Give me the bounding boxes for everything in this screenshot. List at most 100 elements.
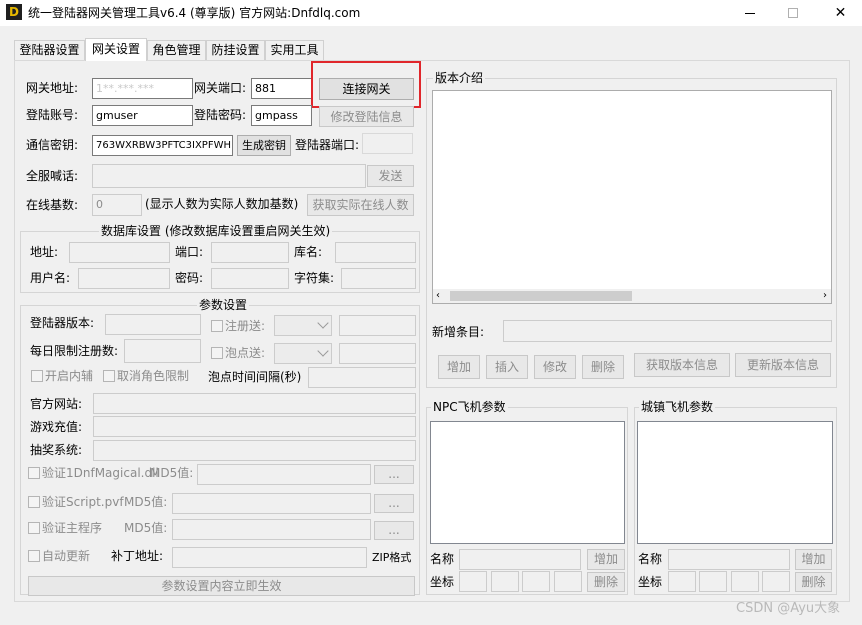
comm-key-input[interactable]: 763WXRBW3PFTC3IXPFWH xyxy=(92,135,233,156)
tab-utilities[interactable]: 实用工具 xyxy=(265,40,324,60)
server-shout-input[interactable] xyxy=(92,164,366,188)
zip-format-label: ZIP格式 xyxy=(372,551,412,564)
get-version-info-button[interactable]: 获取版本信息 xyxy=(634,353,730,377)
db-user-input[interactable] xyxy=(78,268,170,289)
auto-update-checkbox[interactable] xyxy=(28,550,40,562)
db-address-label: 地址: xyxy=(30,245,59,259)
city-group-label: 城镇飞机参数 xyxy=(639,399,716,415)
tab-role-management[interactable]: 角色管理 xyxy=(147,40,206,60)
city-coord-input-3[interactable] xyxy=(731,571,759,592)
md5-script-input[interactable] xyxy=(172,493,371,514)
modify-login-button[interactable]: 修改登陆信息 xyxy=(319,106,414,127)
browse-script-button[interactable]: ... xyxy=(374,494,414,513)
md5-dll-input[interactable] xyxy=(197,464,371,485)
enable-helper-label: 开启内辅 xyxy=(45,369,94,383)
bubble-interval-input[interactable] xyxy=(308,367,416,388)
db-password-input[interactable] xyxy=(211,268,289,289)
add-version-button[interactable]: 增加 xyxy=(438,355,480,379)
city-delete-button[interactable]: 删除 xyxy=(795,572,832,592)
npc-coord-input-1[interactable] xyxy=(459,571,487,592)
bubble-interval-label: 泡点时间间隔(秒) xyxy=(208,370,302,384)
modify-version-button[interactable]: 修改 xyxy=(534,355,576,379)
register-bonus-amount-input[interactable] xyxy=(339,315,416,336)
city-name-label: 名称 xyxy=(638,552,663,566)
daily-register-limit-label: 每日限制注册数: xyxy=(30,344,119,358)
close-icon[interactable]: ✕ xyxy=(819,0,862,26)
register-bonus-checkbox[interactable] xyxy=(211,320,223,332)
city-name-input[interactable] xyxy=(668,549,790,570)
db-name-input[interactable] xyxy=(335,242,416,263)
scroll-left-icon[interactable]: ‹ xyxy=(436,291,440,301)
version-list-hscrollbar[interactable]: ‹ › xyxy=(433,289,831,303)
city-coord-input-1[interactable] xyxy=(668,571,696,592)
enable-helper-checkbox[interactable] xyxy=(31,370,43,382)
minimize-icon[interactable] xyxy=(727,0,773,26)
city-coord-input-4[interactable] xyxy=(762,571,790,592)
npc-coord-input-3[interactable] xyxy=(522,571,550,592)
patch-address-input[interactable] xyxy=(172,547,367,568)
db-charset-input[interactable] xyxy=(341,268,416,289)
lottery-system-input[interactable] xyxy=(93,440,416,461)
send-button[interactable]: 发送 xyxy=(367,165,414,187)
verify-main-checkbox[interactable] xyxy=(28,522,40,534)
online-base-input[interactable]: 0 xyxy=(92,194,142,216)
verify-dll-checkbox[interactable] xyxy=(28,467,40,479)
launcher-version-input[interactable] xyxy=(105,314,201,335)
md5-main-label: MD5值: xyxy=(124,521,168,535)
city-coord-input-2[interactable] xyxy=(699,571,727,592)
browse-dll-button[interactable]: ... xyxy=(374,465,414,484)
generate-key-button[interactable]: 生成密钥 xyxy=(237,135,291,156)
npc-coord-input-2[interactable] xyxy=(491,571,519,592)
maximize-icon[interactable] xyxy=(773,0,819,26)
npc-delete-button[interactable]: 删除 xyxy=(587,572,625,592)
gateway-port-input[interactable]: 881 xyxy=(251,78,312,99)
tab-anti-cheat[interactable]: 防挂设置 xyxy=(206,40,265,60)
game-recharge-input[interactable] xyxy=(93,416,416,437)
account-label: 登陆账号: xyxy=(26,108,79,122)
register-bonus-select[interactable] xyxy=(274,315,332,336)
db-address-input[interactable] xyxy=(69,242,170,263)
title-bar: D 统一登陆器网关管理工具v6.4 (尊享版) 官方网站:Dnfdlq.com … xyxy=(0,0,862,26)
launcher-port-input[interactable] xyxy=(362,133,413,154)
official-site-input[interactable] xyxy=(93,393,416,414)
md5-script-label: MD5值: xyxy=(124,495,168,509)
new-item-input[interactable] xyxy=(503,320,832,342)
account-input[interactable]: gmuser xyxy=(92,105,193,126)
scroll-thumb[interactable] xyxy=(450,291,632,301)
db-port-input[interactable] xyxy=(211,242,289,263)
lottery-system-label: 抽奖系统: xyxy=(30,443,83,457)
scroll-right-icon[interactable]: › xyxy=(823,291,827,301)
cancel-role-limit-checkbox[interactable] xyxy=(103,370,115,382)
get-online-count-button[interactable]: 获取实际在线人数 xyxy=(307,194,414,216)
bubble-bonus-select[interactable] xyxy=(274,343,332,364)
npc-list[interactable] xyxy=(430,421,625,544)
update-version-info-button[interactable]: 更新版本信息 xyxy=(735,353,831,377)
launcher-port-label: 登陆器端口: xyxy=(295,138,360,152)
bubble-bonus-checkbox[interactable] xyxy=(211,347,223,359)
city-add-button[interactable]: 增加 xyxy=(795,549,832,570)
app-logo: D xyxy=(6,4,22,20)
verify-dll-label: 验证1DnfMagical.dll xyxy=(42,466,159,480)
npc-add-button[interactable]: 增加 xyxy=(587,549,625,570)
apply-params-button[interactable]: 参数设置内容立即生效 xyxy=(28,576,415,596)
npc-coord-input-4[interactable] xyxy=(554,571,582,592)
delete-version-button[interactable]: 删除 xyxy=(582,355,624,379)
md5-main-input[interactable] xyxy=(172,519,371,540)
bubble-bonus-amount-input[interactable] xyxy=(339,343,416,364)
browse-main-button[interactable]: ... xyxy=(374,521,414,540)
tab-launcher-settings[interactable]: 登陆器设置 xyxy=(14,40,85,60)
insert-version-button[interactable]: 插入 xyxy=(486,355,528,379)
online-base-label: 在线基数: xyxy=(26,198,79,212)
daily-register-limit-input[interactable] xyxy=(124,339,201,363)
version-list[interactable]: ‹ › xyxy=(432,90,832,304)
gateway-address-input[interactable]: 1**.***.*** xyxy=(92,78,193,99)
npc-group-label: NPC飞机参数 xyxy=(431,399,508,415)
verify-main-label: 验证主程序 xyxy=(42,521,103,535)
tab-gateway-settings[interactable]: 网关设置 xyxy=(85,38,147,61)
npc-name-input[interactable] xyxy=(459,549,581,570)
password-input[interactable]: gmpass xyxy=(251,105,312,126)
online-base-note: (显示人数为实际人数加基数) xyxy=(145,197,299,211)
city-list[interactable] xyxy=(637,421,833,544)
verify-script-checkbox[interactable] xyxy=(28,496,40,508)
version-group-label: 版本介绍 xyxy=(433,70,486,86)
